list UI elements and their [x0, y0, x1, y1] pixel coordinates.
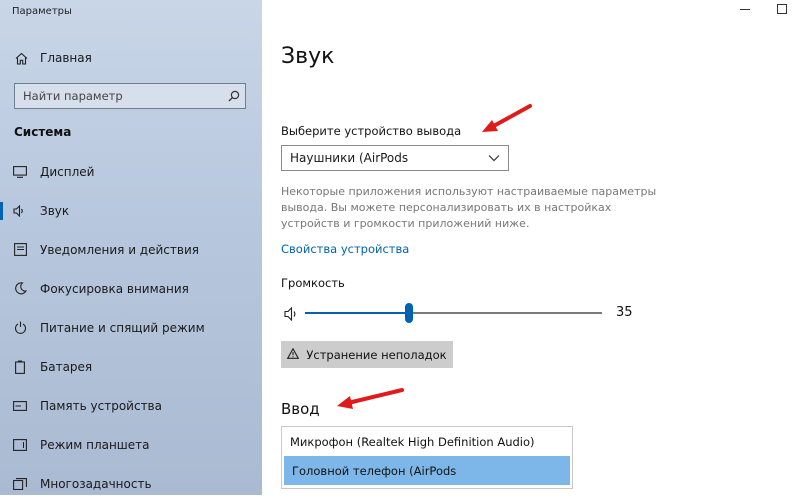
input-option-headset[interactable]: Головной телефон (AirPods	[284, 456, 570, 485]
sidebar-item-label: Память устройства	[40, 398, 162, 413]
input-section-title: Ввод	[281, 400, 320, 418]
tablet-icon	[12, 438, 28, 451]
sidebar-item-label: Дисплей	[40, 164, 95, 179]
sidebar-item-display[interactable]: Дисплей	[0, 152, 262, 191]
notifications-icon	[12, 243, 28, 256]
troubleshoot-label: Устранение неполадок	[306, 347, 447, 362]
chevron-down-icon	[488, 151, 500, 165]
option-label: Микрофон (Realtek High Definition Audio)	[290, 434, 535, 449]
sound-icon	[12, 204, 28, 217]
sidebar-item-label: Батарея	[40, 359, 93, 374]
sidebar-item-label: Фокусировка внимания	[40, 281, 189, 296]
sidebar-item-home[interactable]: Главная	[0, 46, 262, 70]
device-properties-link[interactable]: Свойства устройства	[281, 242, 409, 256]
sidebar-item-sound[interactable]: Звук	[0, 191, 262, 230]
sidebar-item-label: Звук	[40, 203, 70, 218]
input-option-microphone[interactable]: Микрофон (Realtek High Definition Audio)	[282, 427, 572, 456]
search-icon[interactable]	[223, 90, 245, 102]
section-title: Система	[14, 125, 72, 139]
warning-icon	[287, 347, 300, 362]
sidebar-item-label: Питание и спящий режим	[40, 320, 205, 335]
sidebar-item-label: Многозадачность	[40, 476, 152, 491]
moon-icon	[12, 282, 28, 295]
input-device-list[interactable]: Микрофон (Realtek High Definition Audio)…	[281, 426, 573, 489]
display-icon	[12, 165, 28, 178]
battery-icon	[12, 360, 28, 374]
sidebar-nav: Дисплей Звук Уведомления и действия Фоку…	[0, 152, 262, 503]
sidebar-item-tablet[interactable]: Режим планшета	[0, 425, 262, 464]
storage-icon	[12, 400, 28, 411]
volume-value: 35	[616, 305, 633, 320]
sidebar-item-notifications[interactable]: Уведомления и действия	[0, 230, 262, 269]
home-icon	[14, 52, 28, 65]
sidebar-item-label: Главная	[40, 51, 92, 65]
output-device-value: Наушники (AirPods	[290, 151, 409, 165]
search-box[interactable]	[14, 83, 246, 109]
sidebar-item-focus[interactable]: Фокусировка внимания	[0, 269, 262, 308]
sidebar-item-battery[interactable]: Батарея	[0, 347, 262, 386]
sidebar-item-storage[interactable]: Память устройства	[0, 386, 262, 425]
sidebar-item-label: Режим планшета	[40, 437, 150, 452]
sidebar-item-label: Уведомления и действия	[40, 242, 199, 257]
output-description: Некоторые приложения используют настраив…	[281, 185, 657, 230]
speaker-icon	[284, 306, 300, 325]
option-label: Головной телефон (AirPods	[292, 463, 457, 478]
sidebar-item-multitasking[interactable]: Многозадачность	[0, 464, 262, 503]
output-device-label: Выберите устройство вывода	[281, 124, 462, 138]
window-title: Параметры	[12, 6, 72, 17]
sidebar-item-power[interactable]: Питание и спящий режим	[0, 308, 262, 347]
power-icon	[12, 321, 28, 334]
annotation-arrow	[482, 104, 532, 132]
annotation-arrow	[337, 388, 404, 409]
volume-label: Громкость	[281, 276, 345, 290]
page-title: Звук	[281, 44, 335, 69]
sidebar: Параметры Главная Система Дисплей Звук	[0, 0, 262, 495]
main-content: Звук Выберите устройство вывода Наушники…	[262, 0, 795, 495]
output-device-dropdown[interactable]: Наушники (AirPods	[281, 145, 509, 171]
slider-fill	[305, 312, 409, 314]
troubleshoot-button[interactable]: Устранение неполадок	[281, 341, 453, 368]
search-input[interactable]	[15, 88, 223, 104]
volume-slider[interactable]	[281, 303, 641, 323]
multitask-icon	[12, 477, 28, 490]
slider-thumb[interactable]	[405, 303, 413, 323]
